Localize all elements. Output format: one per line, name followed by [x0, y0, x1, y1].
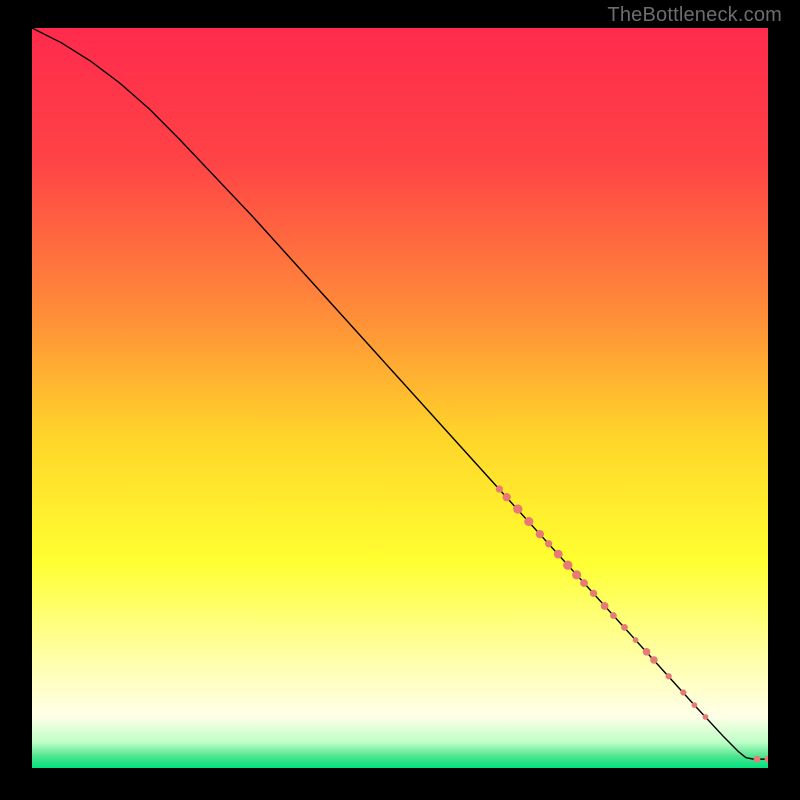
plot-area — [32, 28, 768, 768]
data-marker — [545, 540, 552, 547]
data-marker — [601, 602, 609, 610]
chart-svg — [32, 28, 768, 768]
data-marker — [643, 648, 651, 656]
data-marker — [650, 656, 658, 664]
data-marker — [633, 637, 639, 643]
data-marker — [580, 579, 588, 587]
data-marker — [610, 612, 617, 619]
data-marker — [692, 702, 698, 708]
data-marker — [496, 485, 503, 492]
data-marker — [536, 530, 544, 538]
data-marker — [513, 504, 522, 513]
data-marker — [703, 714, 709, 720]
data-marker — [524, 517, 533, 526]
data-marker — [680, 689, 686, 695]
data-marker — [503, 493, 511, 501]
watermark-text: TheBottleneck.com — [607, 4, 782, 27]
data-marker — [754, 756, 761, 763]
chart-stage: TheBottleneck.com — [0, 0, 800, 800]
data-marker — [554, 550, 563, 559]
data-marker — [563, 561, 572, 570]
data-marker — [621, 624, 628, 631]
gradient-background — [32, 28, 768, 768]
data-marker — [590, 590, 597, 597]
data-marker — [666, 673, 672, 679]
data-marker — [572, 570, 581, 579]
